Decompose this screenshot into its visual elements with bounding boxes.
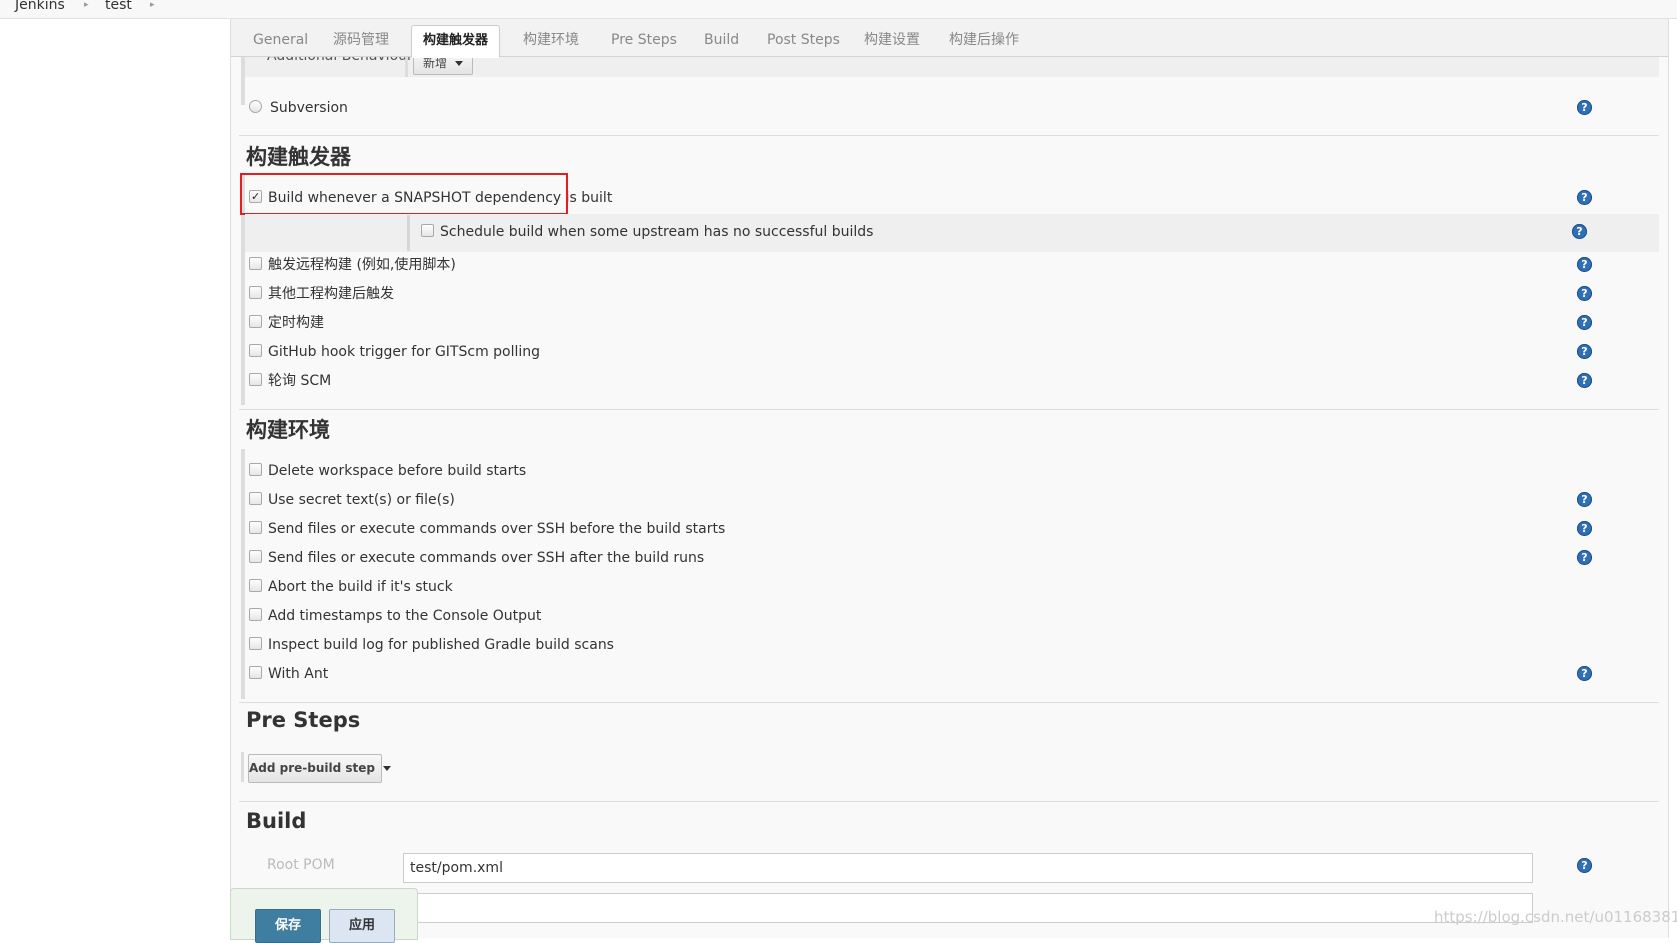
trigger-poll-scm-label: 轮询 SCM — [268, 373, 332, 389]
section-title-build: Build — [246, 809, 307, 833]
pre-steps-indent-bar — [241, 752, 244, 782]
trigger-upstream-project-label: 其他工程构建后触发 — [268, 286, 394, 302]
tab-pre-steps[interactable]: Pre Steps — [600, 25, 688, 55]
trigger-periodic-option[interactable]: 定时构建 — [249, 312, 324, 334]
trigger-periodic-label: 定时构建 — [268, 315, 324, 331]
behaviours-indent-bar — [405, 57, 408, 77]
watermark: https://blog.csdn.net/u011683819 — [1434, 908, 1677, 926]
tab-build-settings[interactable]: 构建设置 — [853, 25, 931, 55]
breadcrumb-job[interactable]: test — [105, 0, 132, 13]
env-with-ant-checkbox[interactable] — [249, 666, 262, 679]
upstream-indent-bar — [407, 215, 410, 251]
trigger-github-hook-option[interactable]: GitHub hook trigger for GITScm polling — [249, 341, 540, 363]
env-gradle-scans-label: Inspect build log for published Gradle b… — [268, 637, 614, 653]
trigger-remote-checkbox[interactable] — [249, 257, 262, 270]
upstream-label: Schedule build when some upstream has no… — [440, 224, 874, 240]
tab-build[interactable]: Build — [693, 25, 750, 55]
section-title-build-triggers: 构建触发器 — [246, 145, 351, 169]
help-icon[interactable]: ? — [1577, 315, 1592, 330]
env-ssh-before-option[interactable]: Send files or execute commands over SSH … — [249, 518, 725, 540]
trigger-remote-label: 触发远程构建 (例如,使用脚本) — [268, 257, 456, 273]
trigger-upstream-project-checkbox[interactable] — [249, 286, 262, 299]
subversion-option[interactable]: Subversion — [249, 97, 348, 119]
tab-general[interactable]: General — [242, 25, 319, 55]
help-icon[interactable]: ? — [1577, 344, 1592, 359]
env-timestamps-option[interactable]: Add timestamps to the Console Output — [249, 605, 541, 627]
help-icon[interactable]: ? — [1577, 521, 1592, 536]
help-icon[interactable]: ? — [1577, 373, 1592, 388]
env-ssh-after-option[interactable]: Send files or execute commands over SSH … — [249, 547, 704, 569]
env-secret-option[interactable]: Use secret text(s) or file(s) — [249, 489, 455, 511]
breadcrumb-jenkins[interactable]: Jenkins — [15, 0, 65, 13]
root-pom-label: Root POM — [267, 857, 335, 873]
env-delete-workspace-checkbox[interactable] — [249, 463, 262, 476]
env-ssh-after-label: Send files or execute commands over SSH … — [268, 550, 705, 566]
subversion-label: Subversion — [270, 100, 348, 116]
env-ssh-before-label: Send files or execute commands over SSH … — [268, 521, 726, 537]
env-delete-workspace-label: Delete workspace before build starts — [268, 463, 527, 479]
tab-post-build-actions[interactable]: 构建后操作 — [938, 25, 1030, 55]
help-icon[interactable]: ? — [1577, 257, 1592, 272]
config-tabbar: General 源码管理 构建触发器 构建环境 Pre Steps Build … — [231, 19, 1668, 58]
tab-build-environment[interactable]: 构建环境 — [512, 25, 590, 55]
trigger-github-hook-checkbox[interactable] — [249, 344, 262, 357]
breadcrumb-separator-icon: ▸ — [84, 0, 89, 10]
env-ssh-after-checkbox[interactable] — [249, 550, 262, 563]
tab-post-steps[interactable]: Post Steps — [756, 25, 851, 55]
env-delete-workspace-option[interactable]: Delete workspace before build starts — [249, 460, 526, 482]
trigger-upstream-project-option[interactable]: 其他工程构建后触发 — [249, 283, 394, 305]
help-icon[interactable]: ? — [1577, 190, 1592, 205]
help-icon[interactable]: ? — [1577, 100, 1592, 115]
env-secret-label: Use secret text(s) or file(s) — [268, 492, 455, 508]
add-pre-build-step-button[interactable]: Add pre-build step — [248, 754, 392, 783]
section-divider — [239, 801, 1659, 802]
section-title-pre-steps: Pre Steps — [246, 708, 361, 732]
help-icon[interactable]: ? — [1572, 224, 1587, 239]
trigger-periodic-checkbox[interactable] — [249, 315, 262, 328]
chevron-down-icon — [383, 766, 392, 771]
breadcrumb: Jenkins ▸ test ▸ — [0, 0, 1677, 19]
config-panel: General 源码管理 构建触发器 构建环境 Pre Steps Build … — [230, 19, 1669, 938]
trigger-remote-option[interactable]: 触发远程构建 (例如,使用脚本) — [249, 254, 456, 276]
help-icon[interactable]: ? — [1577, 858, 1592, 873]
help-icon[interactable]: ? — [1577, 286, 1592, 301]
section-divider — [239, 702, 1659, 703]
build-env-indent-bar — [241, 449, 245, 699]
upstream-option[interactable]: Schedule build when some upstream has no… — [421, 221, 873, 243]
add-behaviour-button-label: 新增 — [422, 56, 447, 70]
add-pre-build-step-label: Add pre-build step — [249, 761, 376, 775]
root-pom-input[interactable] — [403, 853, 1533, 883]
chevron-down-icon — [455, 61, 463, 66]
help-icon[interactable]: ? — [1577, 550, 1592, 565]
highlight-annotation-box — [240, 173, 568, 215]
subversion-radio[interactable] — [249, 100, 262, 113]
env-gradle-scans-checkbox[interactable] — [249, 637, 262, 650]
section-divider — [239, 135, 1659, 136]
tab-source-code[interactable]: 源码管理 — [322, 25, 400, 55]
env-abort-stuck-option[interactable]: Abort the build if it's stuck — [249, 576, 453, 598]
help-icon[interactable]: ? — [1577, 666, 1592, 681]
env-with-ant-label: With Ant — [268, 666, 329, 682]
sidebar — [0, 19, 230, 938]
env-secret-checkbox[interactable] — [249, 492, 262, 505]
env-ssh-before-checkbox[interactable] — [249, 521, 262, 534]
trigger-poll-scm-checkbox[interactable] — [249, 373, 262, 386]
env-with-ant-option[interactable]: With Ant — [249, 663, 328, 685]
env-abort-stuck-label: Abort the build if it's stuck — [268, 579, 453, 595]
config-content: Additional Behaviours 新增 Subversion ? 构建… — [231, 48, 1668, 938]
section-title-build-environment: 构建环境 — [246, 418, 330, 442]
env-abort-stuck-checkbox[interactable] — [249, 579, 262, 592]
trigger-poll-scm-option[interactable]: 轮询 SCM — [249, 370, 331, 392]
section-divider — [239, 409, 1659, 410]
tab-build-triggers[interactable]: 构建触发器 — [411, 25, 501, 58]
breadcrumb-separator-icon: ▸ — [150, 0, 155, 10]
next-field-input[interactable] — [403, 893, 1533, 923]
env-gradle-scans-option[interactable]: Inspect build log for published Gradle b… — [249, 634, 614, 656]
env-timestamps-label: Add timestamps to the Console Output — [268, 608, 542, 624]
bottom-action-bar: 保存 应用 — [230, 888, 418, 943]
trigger-github-hook-label: GitHub hook trigger for GITScm polling — [268, 344, 541, 360]
env-timestamps-checkbox[interactable] — [249, 608, 262, 621]
upstream-checkbox[interactable] — [421, 224, 434, 237]
help-icon[interactable]: ? — [1577, 492, 1592, 507]
